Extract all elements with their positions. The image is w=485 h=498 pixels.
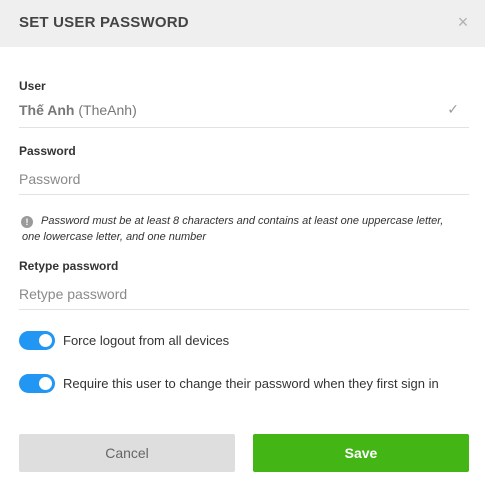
require-change-row: Require this user to change their passwo… bbox=[19, 374, 474, 394]
force-logout-label: Force logout from all devices bbox=[63, 333, 230, 348]
retype-password-field bbox=[19, 280, 469, 310]
user-username: (TheAnh) bbox=[78, 102, 137, 118]
close-icon[interactable]: × bbox=[455, 11, 471, 33]
user-field: Thế Anh (TheAnh) ✓ bbox=[19, 98, 469, 128]
user-display-name: Thế Anh bbox=[19, 102, 75, 118]
force-logout-row: Force logout from all devices bbox=[19, 331, 474, 351]
user-value: Thế Anh (TheAnh) bbox=[19, 102, 137, 118]
dialog-title: SET USER PASSWORD bbox=[19, 14, 189, 31]
toggle-knob bbox=[39, 377, 52, 390]
password-label: Password bbox=[19, 144, 76, 158]
force-logout-toggle[interactable] bbox=[19, 331, 55, 350]
retype-password-input[interactable] bbox=[19, 280, 469, 308]
hint-line-2: one lowercase letter, and one number bbox=[22, 231, 207, 243]
toggle-knob bbox=[39, 334, 52, 347]
user-label: User bbox=[19, 79, 46, 93]
hint-line-1: Password must be at least 8 characters a… bbox=[41, 215, 444, 227]
info-icon: ! bbox=[21, 216, 33, 228]
save-button[interactable]: Save bbox=[253, 434, 469, 472]
require-change-label: Require this user to change their passwo… bbox=[63, 376, 439, 391]
dialog-header: SET USER PASSWORD × bbox=[0, 0, 485, 47]
retype-password-label: Retype password bbox=[19, 259, 119, 273]
cancel-button[interactable]: Cancel bbox=[19, 434, 235, 472]
require-change-toggle[interactable] bbox=[19, 374, 55, 393]
password-field bbox=[19, 165, 469, 195]
set-user-password-dialog: SET USER PASSWORD × User Thế Anh (TheAnh… bbox=[0, 0, 485, 498]
check-icon: ✓ bbox=[447, 101, 459, 117]
password-input[interactable] bbox=[19, 165, 469, 193]
